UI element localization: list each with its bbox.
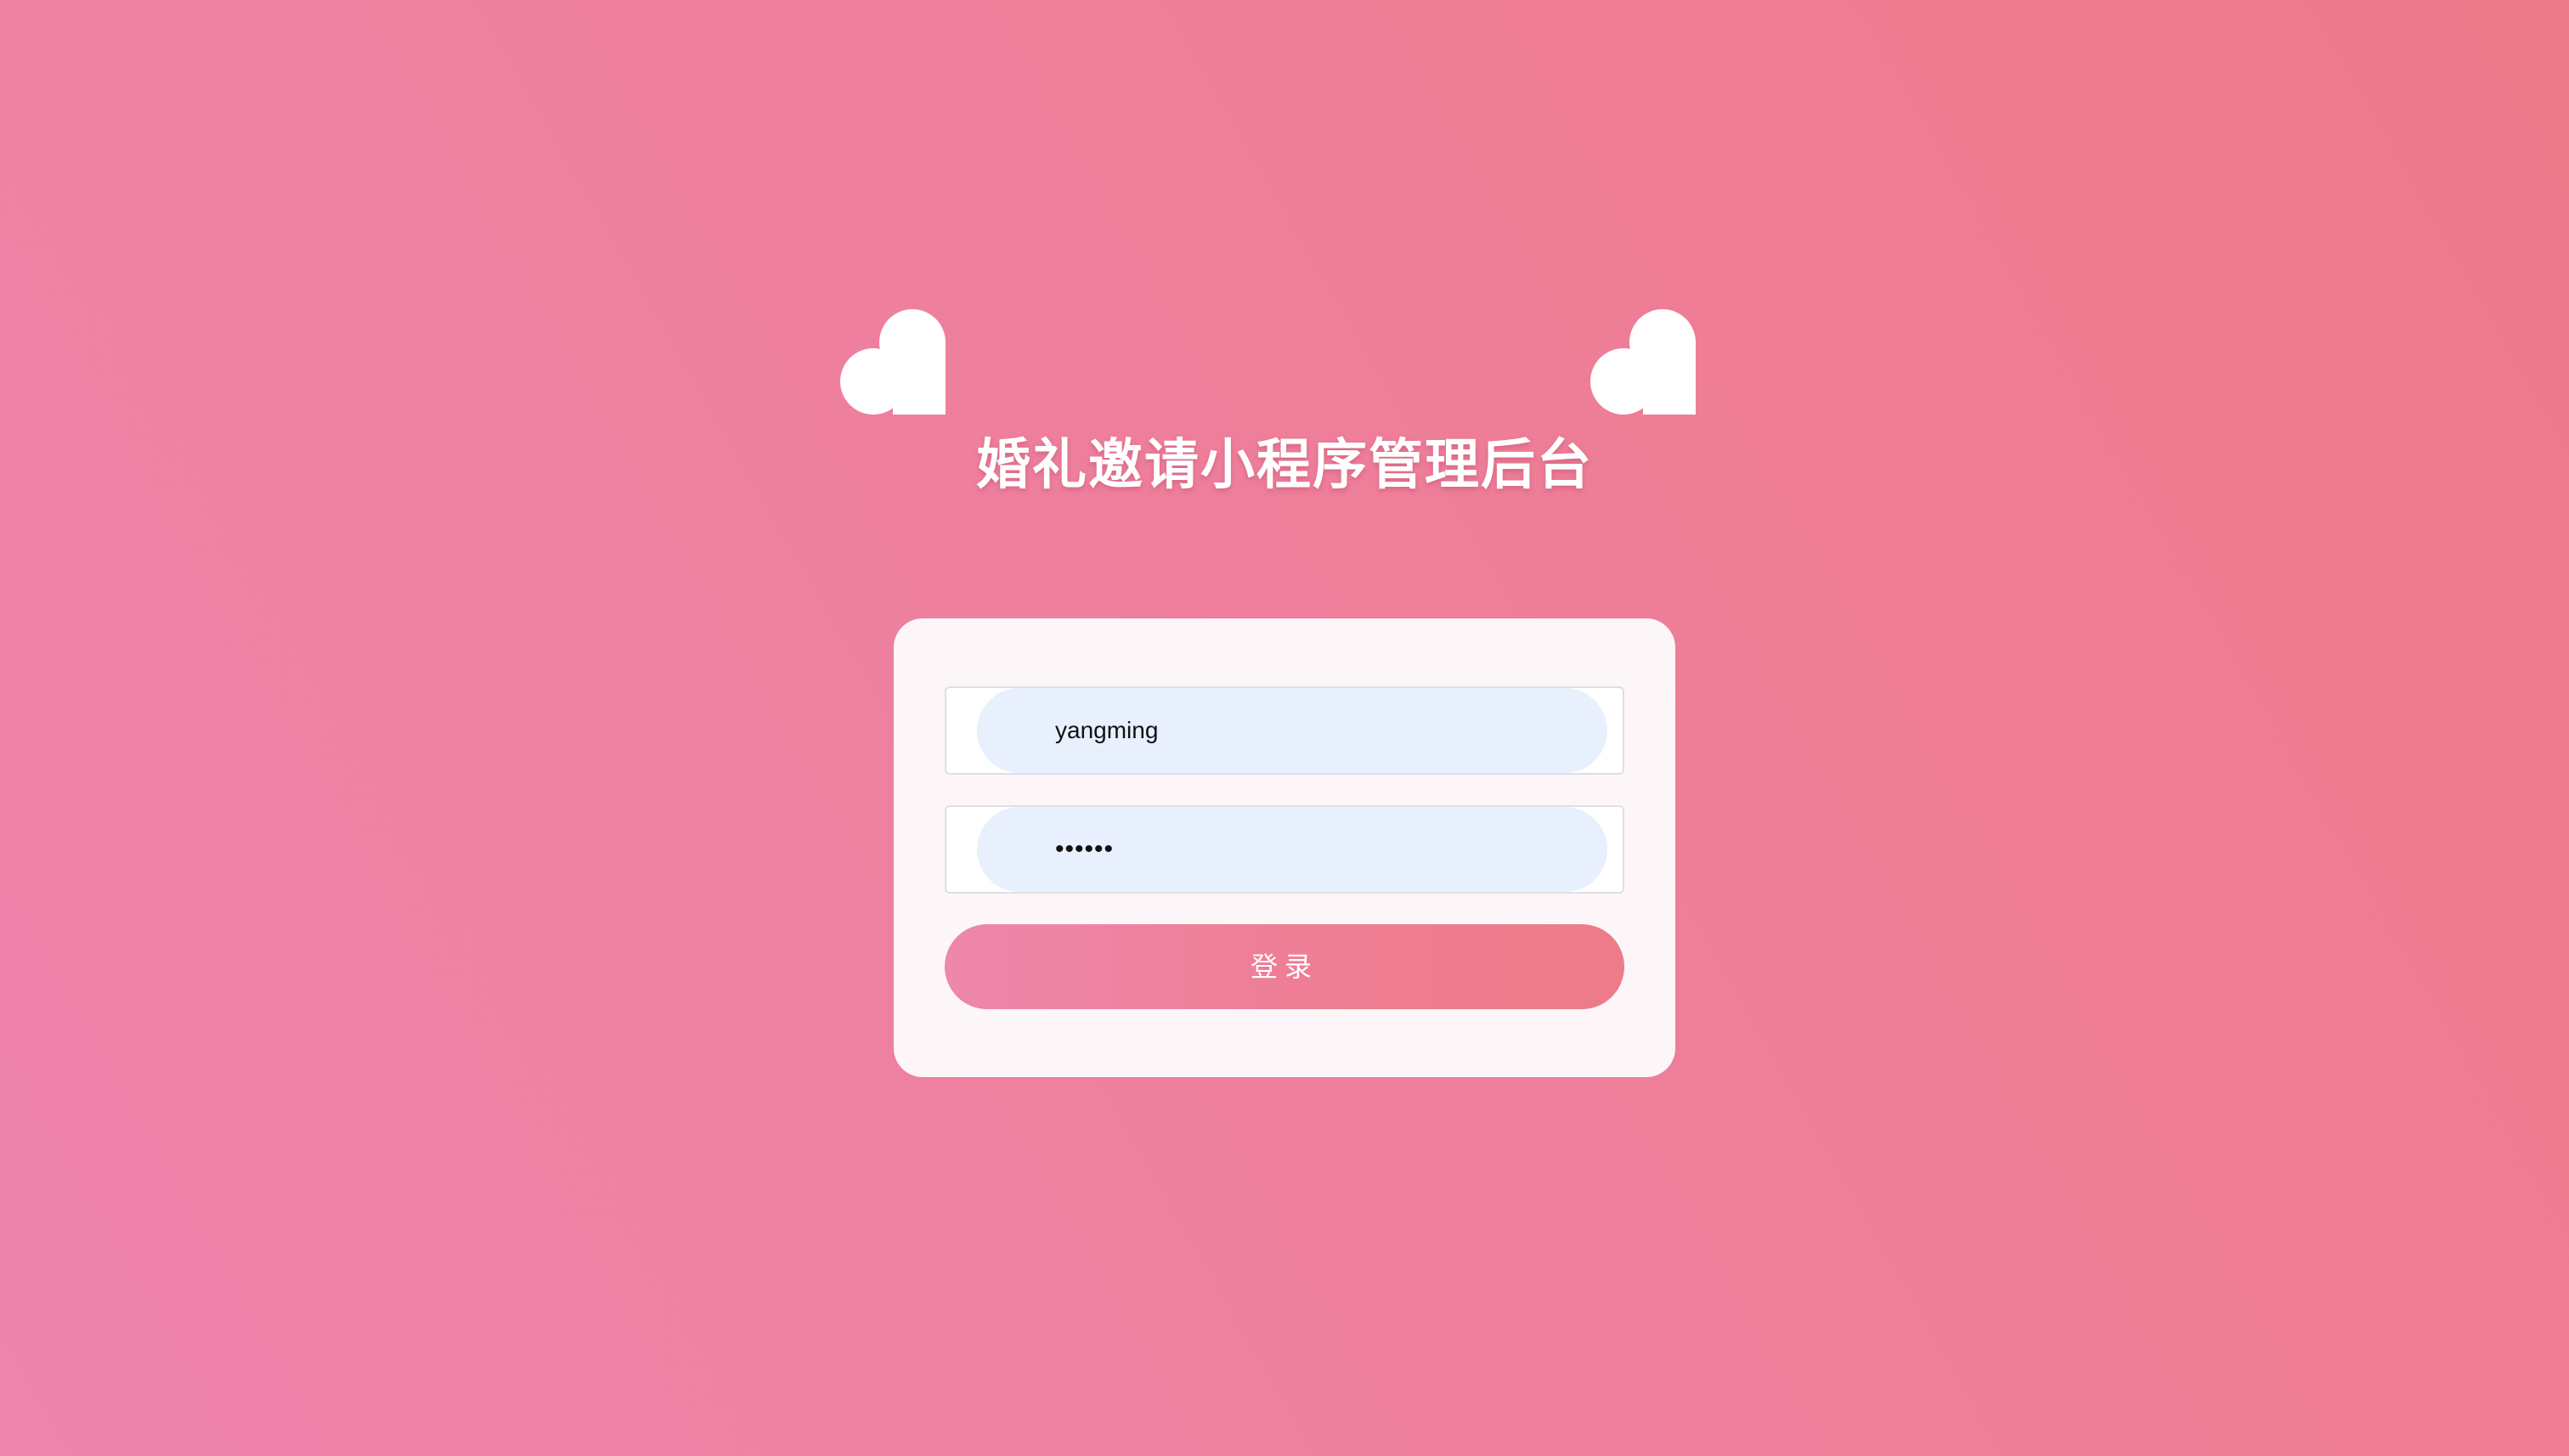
page-title: 婚礼邀请小程序管理后台 (976, 434, 1593, 497)
username-value[interactable]: yangming (1055, 688, 1158, 773)
heart-icon-right-shape (1590, 309, 1696, 415)
username-field[interactable]: yangming (945, 686, 1624, 775)
heart-icon-left-shape (840, 309, 946, 415)
heart-icon (1590, 309, 1696, 415)
heart-icon (840, 309, 946, 415)
login-button[interactable]: 登录 (945, 924, 1624, 1009)
password-value[interactable]: •••••• (1055, 807, 1114, 892)
password-field[interactable]: •••••• (945, 805, 1624, 894)
login-card: yangming •••••• 登录 (894, 618, 1675, 1077)
